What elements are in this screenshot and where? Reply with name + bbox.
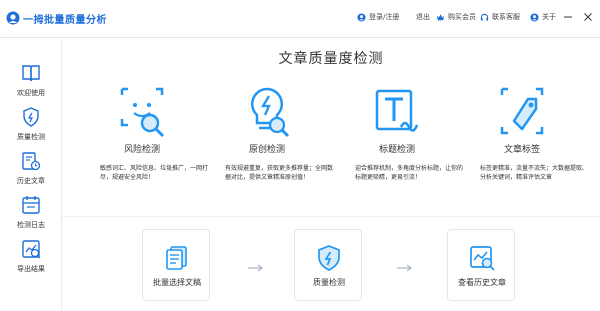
minimize-icon: [564, 16, 572, 18]
shield-icon: [23, 107, 39, 127]
documents-icon: [166, 246, 187, 270]
view-history-button[interactable]: 查看历史文章: [447, 229, 515, 301]
about-label: 关于: [542, 13, 556, 21]
buy-membership-link[interactable]: 购买会员: [436, 12, 476, 22]
quality-check-button[interactable]: 质量检测: [294, 229, 362, 301]
chart-export-icon: [22, 240, 41, 259]
feature-name: 标题检测: [378, 145, 415, 155]
feature-name: 原创检测: [248, 145, 285, 155]
sidebar-item-quality-check[interactable]: 质量检测: [0, 102, 62, 148]
sidebar: 欢迎使用 质量检测 历史文章 检测日志 导出结果: [0, 38, 62, 311]
risk-check-icon: [120, 87, 165, 138]
sidebar-item-log[interactable]: 检测日志: [0, 190, 62, 236]
action-label: 批量选择文稿: [153, 278, 201, 287]
shield-bolt-icon: [318, 245, 340, 271]
arrow-right-icon: [397, 264, 412, 272]
title-text-icon: [375, 89, 419, 132]
tag-icon: [500, 87, 544, 135]
calendar-icon: [22, 196, 40, 214]
sidebar-item-label: 历史文章: [17, 177, 45, 185]
sidebar-item-label: 质量检测: [17, 133, 45, 141]
user-icon: [357, 12, 366, 22]
close-icon: [584, 13, 592, 21]
customer-service-label: 联系客服: [492, 13, 520, 21]
page-title: 文章质量度检测: [278, 51, 384, 67]
about-link[interactable]: 关于: [530, 12, 556, 22]
feature-description: 迎合推荐机制，多角度分析标题，让你的标题更吸睛，更易引流！: [355, 165, 464, 181]
login-label: 登录/注册: [369, 13, 400, 21]
sidebar-item-history[interactable]: 历史文章: [0, 146, 62, 192]
minimize-button[interactable]: [560, 9, 576, 25]
sidebar-item-export[interactable]: 导出结果: [0, 234, 62, 280]
feature-description: 有效规避重复，获取更多推荐量；全网数据对比，提供文章精准原创值！: [225, 165, 334, 181]
customer-service-link[interactable]: 联系客服: [480, 12, 520, 22]
sidebar-item-welcome[interactable]: 欢迎使用: [0, 58, 62, 104]
feature-description: 标签更精准，流量不流失；大数据提取、分析关键词，精准评估文章: [480, 165, 589, 181]
batch-select-button[interactable]: 批量选择文稿: [142, 229, 210, 301]
headset-icon: [480, 13, 489, 21]
book-icon: [22, 65, 40, 82]
close-button[interactable]: [580, 9, 596, 25]
title-bar: 一拇批量质量分析 登录/注册 退出 购买会员 联系客服 关于: [0, 0, 600, 38]
lightbulb-icon: [250, 87, 290, 138]
sidebar-item-label: 欢迎使用: [17, 89, 45, 97]
logout-link[interactable]: 退出: [416, 12, 430, 22]
arrow-right-icon: [248, 264, 263, 272]
login-link[interactable]: 登录/注册: [357, 12, 399, 22]
feature-name: 风险检测: [123, 145, 160, 155]
action-label: 质量检测: [313, 278, 345, 287]
app-logo-icon: [6, 11, 20, 25]
vip-icon: [436, 13, 445, 20]
logout-label: 退出: [416, 13, 430, 21]
feature-name: 文章标签: [503, 145, 540, 155]
action-label: 查看历史文章: [458, 278, 506, 287]
history-doc-icon: [22, 152, 41, 171]
main-panel: 文章质量度检测 风险检测 敏感词汇、风险信息、垃圾推广，一网打尽，规避安全风险！…: [62, 38, 600, 311]
about-user-icon: [530, 12, 539, 22]
buy-membership-label: 购买会员: [448, 13, 476, 21]
chart-search-icon: [470, 246, 495, 271]
sidebar-item-label: 检测日志: [17, 221, 45, 229]
sidebar-item-label: 导出结果: [17, 265, 45, 273]
feature-description: 敏感词汇、风险信息、垃圾推广，一网打尽，规避安全风险！: [100, 165, 209, 181]
section-divider: [62, 216, 600, 217]
app-title: 一拇批量质量分析: [23, 15, 107, 26]
